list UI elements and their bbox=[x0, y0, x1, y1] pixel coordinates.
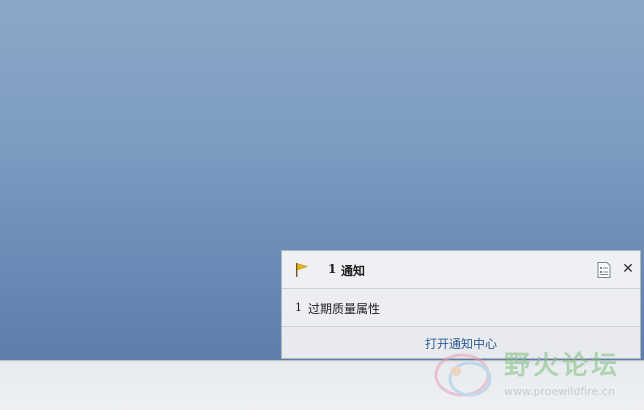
notification-header: 1 通知 ✕ bbox=[282, 251, 640, 289]
notification-item-text: 过期质量属性 bbox=[308, 302, 381, 316]
notification-count: 1 bbox=[328, 262, 337, 276]
notification-item[interactable]: 1 过期质量属性 bbox=[282, 289, 640, 327]
list-icon[interactable] bbox=[597, 262, 611, 278]
flag-icon bbox=[296, 263, 308, 277]
close-icon[interactable]: ✕ bbox=[621, 261, 635, 277]
notification-panel: 1 通知 ✕ 1 过期质量属性 打开通知中心 bbox=[281, 250, 641, 359]
notification-footer: 打开通知中心 bbox=[282, 327, 640, 358]
notification-title: 通知 bbox=[341, 264, 366, 278]
bottom-status-bar bbox=[0, 360, 644, 410]
open-notification-center-link[interactable]: 打开通知中心 bbox=[282, 335, 640, 352]
notification-item-number: 1 bbox=[295, 301, 302, 314]
